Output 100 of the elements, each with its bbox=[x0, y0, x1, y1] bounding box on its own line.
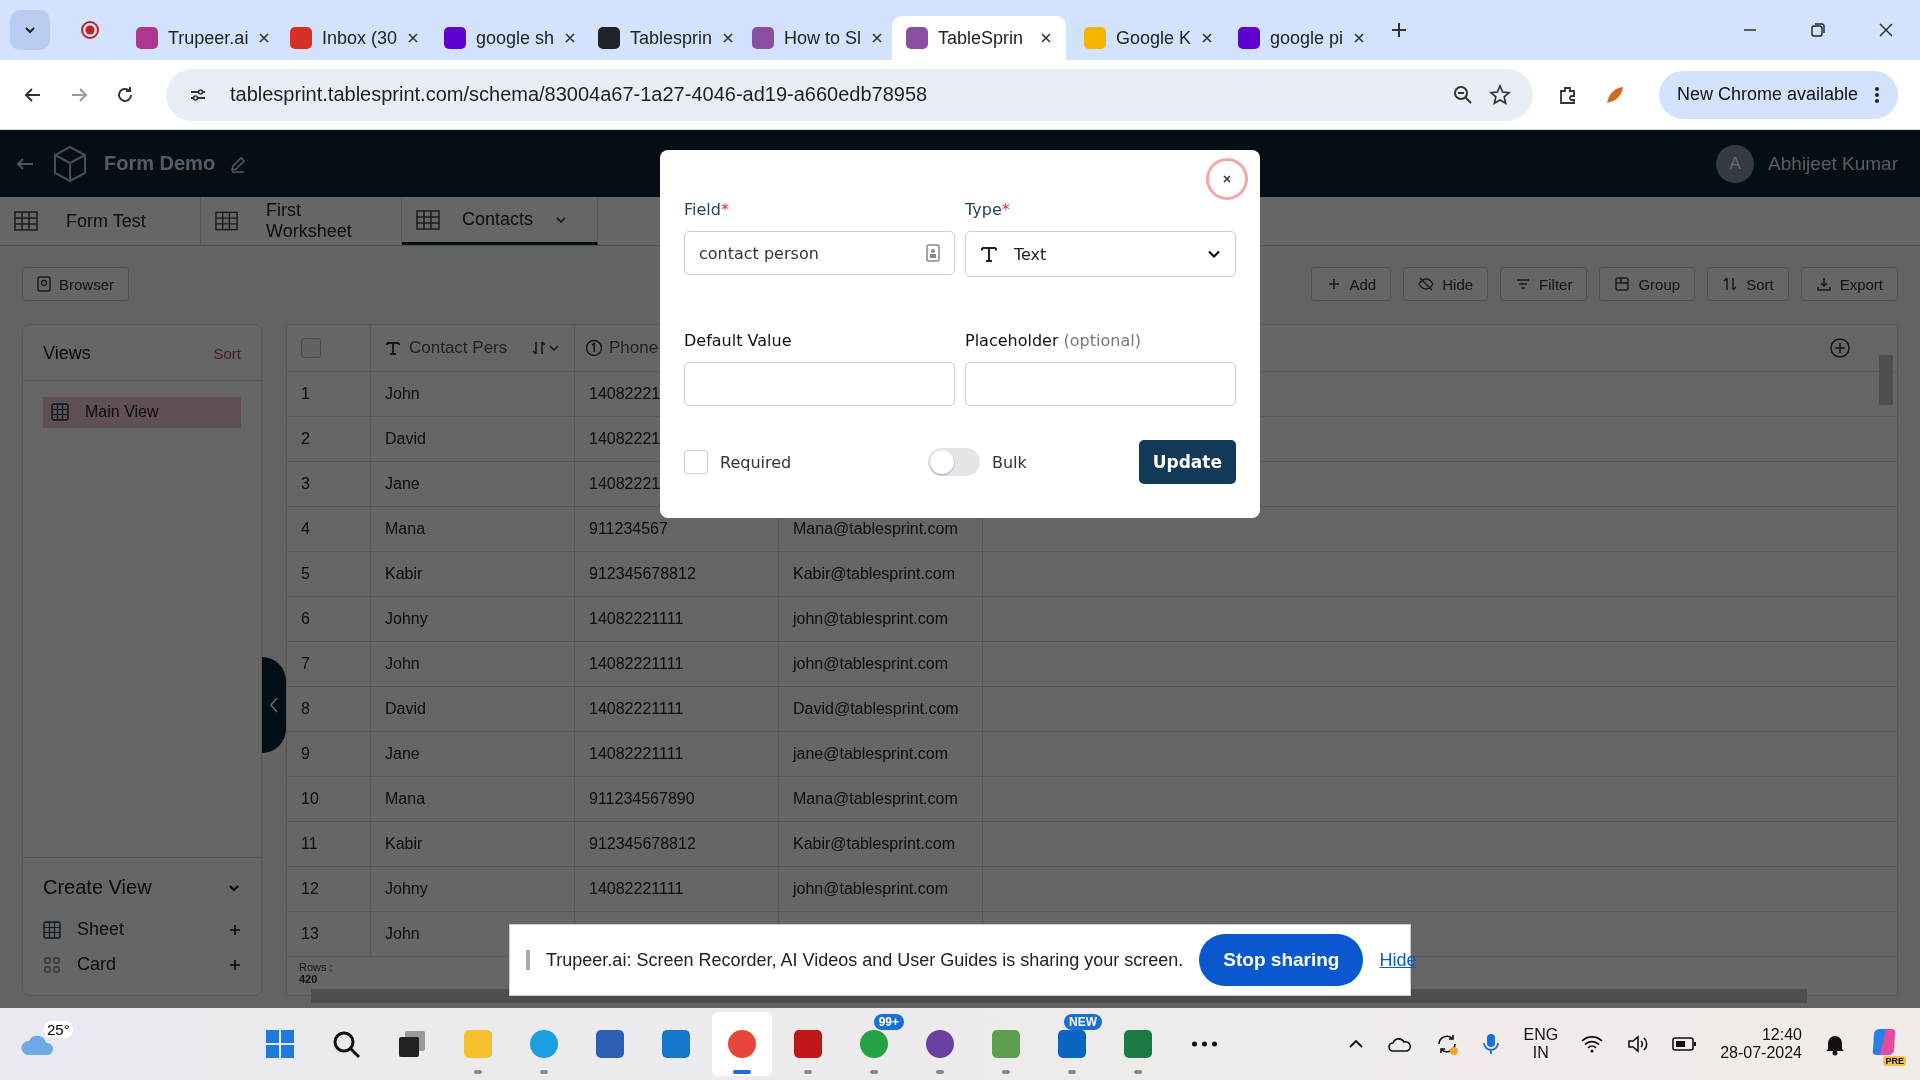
close-icon[interactable] bbox=[1201, 32, 1214, 44]
browser-tab[interactable]: How to Sl bbox=[738, 16, 888, 60]
vertical-scrollbar[interactable] bbox=[1879, 355, 1893, 405]
row-number: 7 bbox=[301, 655, 310, 673]
select-all-checkbox[interactable] bbox=[301, 338, 321, 358]
table-cell: 911234567 bbox=[589, 520, 668, 538]
toolbar-button[interactable]: Export bbox=[1800, 267, 1898, 301]
close-icon[interactable] bbox=[1878, 22, 1894, 38]
clock-time[interactable]: 12:40 bbox=[1761, 1026, 1802, 1044]
tab-title: TableSprin bbox=[938, 27, 1025, 49]
create-view-item[interactable]: Sheet bbox=[43, 919, 241, 940]
tab-title: google sh bbox=[476, 27, 555, 49]
default-value-input[interactable] bbox=[684, 362, 955, 406]
clock-date[interactable]: 28-07-2024 bbox=[1720, 1044, 1802, 1062]
table-cell: 14082221111 bbox=[589, 610, 684, 628]
toolbar-button[interactable]: Hide bbox=[1403, 267, 1489, 301]
new-tab-icon[interactable] bbox=[1390, 21, 1408, 39]
region-text[interactable]: IN bbox=[1532, 1044, 1549, 1062]
table-cell: Johny bbox=[385, 880, 428, 898]
field-name-input[interactable]: contact person bbox=[684, 231, 955, 275]
row-number: 1 bbox=[301, 385, 310, 403]
table-cell: 14082221 bbox=[589, 385, 661, 403]
browser-tab[interactable]: Trupeer.ai bbox=[122, 16, 272, 60]
table-cell: 911234567890 bbox=[589, 790, 695, 808]
more-app-icon bbox=[1191, 1041, 1217, 1047]
table-cell: Jane bbox=[385, 745, 420, 763]
close-icon[interactable] bbox=[258, 32, 271, 44]
type-select[interactable]: Text bbox=[965, 231, 1236, 277]
edit-icon[interactable] bbox=[229, 154, 248, 173]
rows-count: 420 bbox=[299, 973, 318, 985]
required-checkbox[interactable] bbox=[684, 450, 708, 474]
row-number: 2 bbox=[301, 430, 310, 448]
row-number: 8 bbox=[301, 700, 310, 718]
microphone-icon[interactable] bbox=[1481, 1032, 1502, 1056]
row-number: 4 bbox=[301, 520, 310, 538]
table-cell: David@tablesprint.com bbox=[793, 700, 959, 718]
update-button[interactable]: Update bbox=[1138, 440, 1236, 484]
tab-title: Inbox (30 bbox=[322, 27, 398, 49]
table-cell: 14082221111 bbox=[589, 880, 684, 898]
contact-card-icon bbox=[926, 244, 940, 262]
address-field[interactable]: tablesprint.tablesprint.com/schema/83004a67-1a27-4046-ad19-a660edb78958 bbox=[166, 68, 1533, 121]
panel-title: Views bbox=[43, 343, 91, 364]
toolbar-button[interactable]: Filter bbox=[1500, 267, 1588, 301]
hide-icon bbox=[1418, 276, 1435, 292]
close-icon[interactable] bbox=[1040, 32, 1052, 44]
browser-tab[interactable]: TableSprin bbox=[892, 16, 1066, 60]
browser-button[interactable]: Browser bbox=[22, 267, 129, 301]
stop-sharing-button[interactable]: Stop sharing bbox=[1199, 934, 1364, 986]
table-cell: 14082221111 bbox=[589, 700, 684, 718]
table-cell: 14082221111 bbox=[589, 655, 684, 673]
browser-tab[interactable]: google pi bbox=[1224, 16, 1374, 60]
text-type-icon bbox=[385, 340, 401, 356]
row-number: 10 bbox=[301, 790, 319, 808]
toolbar-button[interactable]: Add bbox=[1310, 267, 1392, 301]
create-view-item[interactable]: Card bbox=[43, 954, 241, 975]
temperature: 25° bbox=[44, 1021, 73, 1038]
close-icon[interactable] bbox=[1353, 32, 1366, 44]
close-icon[interactable] bbox=[407, 32, 420, 44]
battery-icon[interactable] bbox=[1672, 1036, 1699, 1052]
sheet-tab[interactable]: First Worksheet bbox=[201, 197, 402, 245]
toolbar-button[interactable]: Group bbox=[1599, 267, 1696, 301]
language-text[interactable]: ENG bbox=[1523, 1026, 1559, 1044]
close-icon[interactable] bbox=[564, 32, 577, 44]
toolbar-button[interactable]: Sort bbox=[1707, 267, 1789, 301]
table-cell: 14082221111 bbox=[589, 745, 684, 763]
bulk-toggle[interactable] bbox=[928, 448, 980, 476]
zoom-icon[interactable] bbox=[1452, 84, 1473, 105]
more-icon bbox=[1874, 85, 1880, 104]
taskbar-app[interactable]: 99+ bbox=[844, 1012, 904, 1076]
add-column-icon[interactable] bbox=[1829, 337, 1851, 359]
browser-tab[interactable]: Tablesprin bbox=[584, 16, 734, 60]
star-icon[interactable] bbox=[1488, 83, 1511, 106]
plus-icon bbox=[229, 923, 241, 936]
default-value-label: Default Value bbox=[684, 331, 793, 350]
placeholder-input[interactable] bbox=[965, 362, 1236, 406]
export-icon bbox=[1815, 276, 1832, 292]
update-chrome-button[interactable]: New Chrome available bbox=[1658, 70, 1898, 119]
collapse-handle[interactable] bbox=[262, 657, 286, 753]
table-cell: Mana bbox=[385, 790, 426, 808]
table-cell: David bbox=[385, 700, 426, 718]
card-grid-icon bbox=[43, 955, 61, 974]
close-icon[interactable] bbox=[871, 32, 884, 44]
row-number: 6 bbox=[301, 610, 310, 628]
close-icon[interactable] bbox=[722, 32, 735, 44]
placeholder-label: Placeholder (optional) bbox=[965, 331, 1142, 350]
tab-title: Google K bbox=[1116, 27, 1192, 49]
restore-icon[interactable] bbox=[1810, 22, 1826, 38]
browser-tab[interactable]: Inbox (30 bbox=[276, 16, 426, 60]
table-cell: John bbox=[385, 385, 420, 403]
browser-tab[interactable]: google sh bbox=[430, 16, 580, 60]
sheet-tab[interactable]: Form Test bbox=[0, 197, 201, 245]
drag-handle[interactable] bbox=[526, 950, 530, 970]
browser-tab[interactable]: Google K bbox=[1070, 16, 1220, 60]
sync-icon[interactable] bbox=[1435, 1032, 1460, 1056]
tab-title: How to Sl bbox=[784, 27, 862, 49]
table-cell: Johny bbox=[385, 610, 428, 628]
wifi-icon[interactable] bbox=[1580, 1034, 1605, 1054]
taskbar-app[interactable]: NEW bbox=[1042, 1012, 1102, 1076]
number-type-icon bbox=[585, 339, 603, 357]
table-cell: john@tablesprint.com bbox=[793, 880, 948, 898]
